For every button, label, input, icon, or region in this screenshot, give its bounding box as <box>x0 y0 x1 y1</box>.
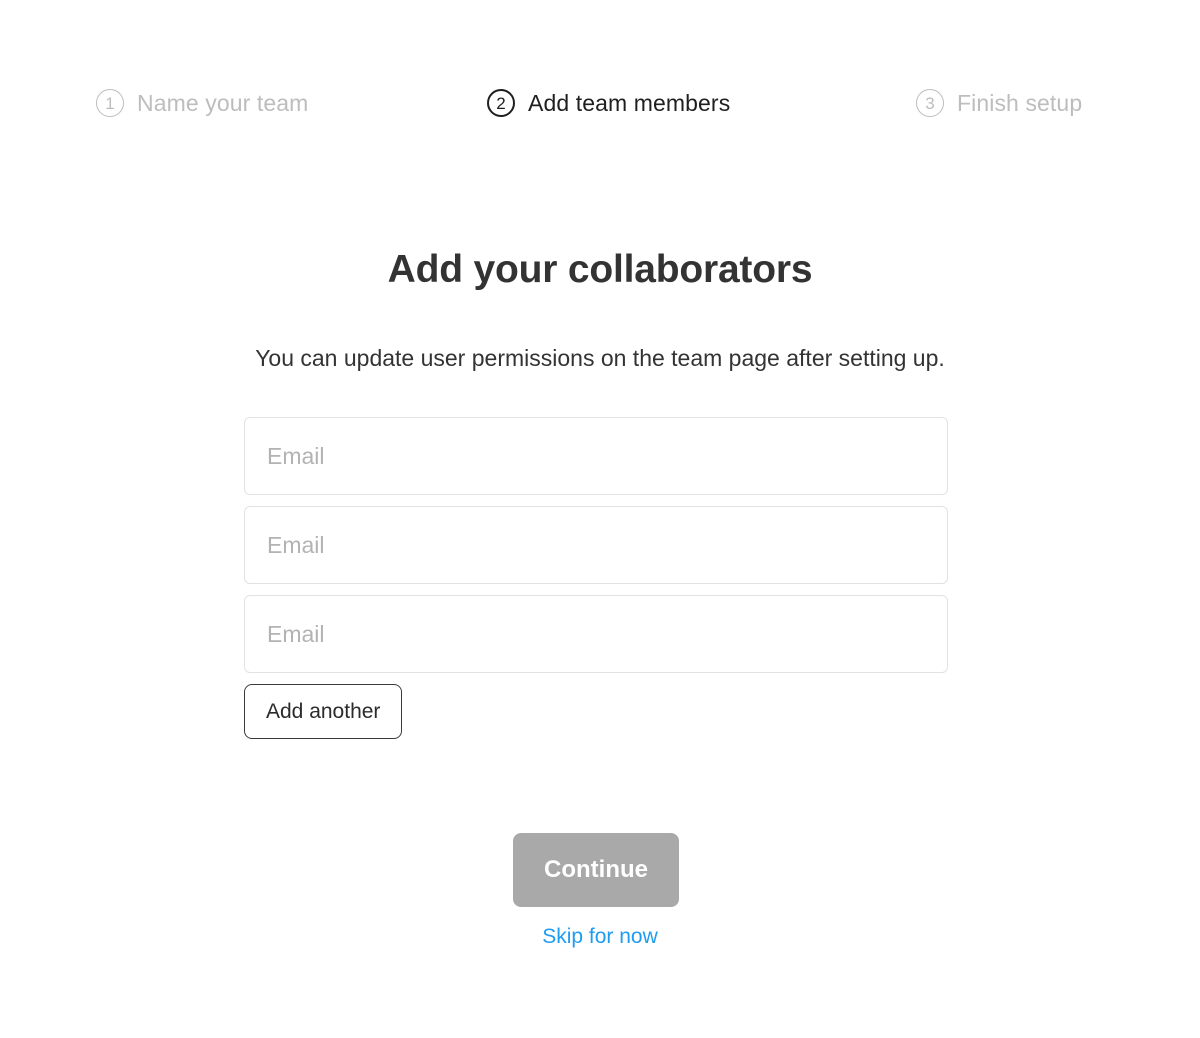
email-input-3[interactable] <box>244 595 948 673</box>
step-number-badge-3: 3 <box>916 89 944 117</box>
email-input-2[interactable] <box>244 506 948 584</box>
page-subtitle: You can update user permissions on the t… <box>255 345 945 371</box>
skip-for-now-link[interactable]: Skip for now <box>0 925 1200 949</box>
stepper-step-add-team-members[interactable]: 2 Add team members <box>487 89 730 117</box>
step-number-badge-1: 1 <box>96 89 124 117</box>
email-input-1[interactable] <box>244 417 948 495</box>
step-number-badge-2: 2 <box>487 89 515 117</box>
collaborator-email-form: Add another <box>244 417 948 739</box>
stepper-step-name-your-team[interactable]: 1 Name your team <box>96 89 308 117</box>
step-label-1: Name your team <box>137 89 309 116</box>
stepper-step-finish-setup[interactable]: 3 Finish setup <box>916 89 1082 117</box>
step-label-2: Add team members <box>528 89 731 116</box>
onboarding-page: 1 Name your team 2 Add team members 3 Fi… <box>0 0 1200 1038</box>
page-title: Add your collaborators <box>387 248 813 292</box>
step-label-3: Finish setup <box>957 89 1083 116</box>
stepper: 1 Name your team 2 Add team members 3 Fi… <box>0 78 1200 128</box>
continue-button[interactable]: Continue <box>513 833 679 907</box>
add-another-button[interactable]: Add another <box>244 684 403 739</box>
